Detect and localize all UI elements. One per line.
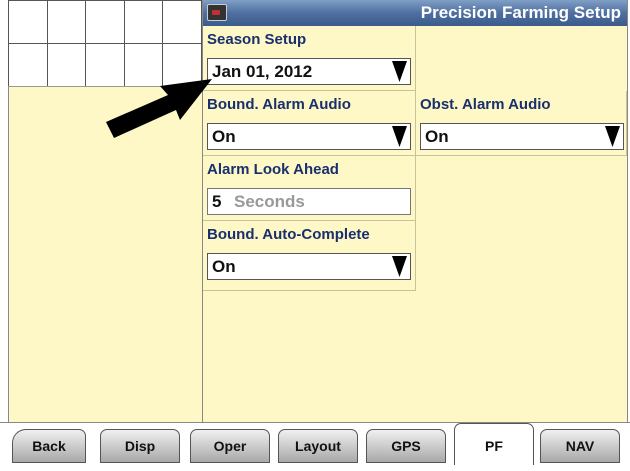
boundary-alarm-audio-group: Bound. Alarm Audio On bbox=[203, 91, 416, 156]
shortcut-slot[interactable] bbox=[85, 0, 125, 44]
alarm-look-ahead-group: Alarm Look Ahead 5 Seconds bbox=[203, 156, 416, 221]
page-title: Precision Farming Setup bbox=[420, 3, 621, 22]
tab-pf[interactable]: PF bbox=[454, 423, 534, 465]
dropdown-arrow-icon bbox=[392, 256, 407, 277]
obstacle-alarm-audio-group: Obst. Alarm Audio On bbox=[416, 91, 627, 156]
tab-layout[interactable]: Layout bbox=[278, 429, 358, 463]
tab-back[interactable]: Back bbox=[12, 429, 86, 463]
boundary-auto-complete-dropdown[interactable]: On bbox=[207, 253, 411, 280]
tab-nav[interactable]: NAV bbox=[540, 429, 620, 463]
shortcut-slot[interactable] bbox=[162, 43, 202, 87]
boundary-auto-complete-group: Bound. Auto-Complete On bbox=[203, 221, 416, 291]
boundary-alarm-audio-dropdown[interactable]: On bbox=[207, 123, 411, 150]
obstacle-alarm-audio-dropdown[interactable]: On bbox=[420, 123, 624, 150]
boundary-auto-complete-label: Bound. Auto-Complete bbox=[207, 226, 370, 243]
alarm-look-ahead-label: Alarm Look Ahead bbox=[207, 161, 339, 178]
shortcut-slot[interactable] bbox=[8, 0, 48, 44]
tab-bar: Back Disp Oper Layout GPS PF NAV bbox=[0, 422, 630, 471]
shortcut-slot[interactable] bbox=[46, 0, 87, 44]
boundary-alarm-audio-label: Bound. Alarm Audio bbox=[207, 96, 351, 113]
tab-gps[interactable]: GPS bbox=[366, 429, 446, 463]
shortcut-slot[interactable] bbox=[123, 0, 164, 44]
obstacle-alarm-audio-label: Obst. Alarm Audio bbox=[420, 96, 551, 113]
terminal-icon bbox=[207, 4, 227, 21]
alarm-look-ahead-unit: Seconds bbox=[234, 192, 305, 211]
boundary-alarm-audio-value: On bbox=[212, 127, 236, 146]
season-setup-value: Jan 01, 2012 bbox=[212, 62, 313, 81]
tab-disp[interactable]: Disp bbox=[100, 429, 180, 463]
shortcut-slot[interactable] bbox=[123, 43, 164, 87]
season-setup-group: Season Setup Jan 01, 2012 bbox=[203, 26, 416, 91]
shortcut-slot[interactable] bbox=[8, 43, 48, 87]
tab-oper[interactable]: Oper bbox=[190, 429, 270, 463]
season-setup-dropdown[interactable]: Jan 01, 2012 bbox=[207, 58, 411, 85]
alarm-look-ahead-field[interactable]: 5 Seconds bbox=[207, 188, 411, 215]
left-panel-rule bbox=[8, 86, 202, 87]
shortcut-slot[interactable] bbox=[46, 43, 87, 87]
shortcut-slot[interactable] bbox=[85, 43, 125, 87]
boundary-auto-complete-value: On bbox=[212, 257, 236, 276]
dropdown-arrow-icon bbox=[392, 126, 407, 147]
dropdown-arrow-icon bbox=[605, 126, 620, 147]
shortcut-slot[interactable] bbox=[162, 0, 202, 44]
dropdown-arrow-icon bbox=[392, 61, 407, 82]
title-bar: Precision Farming Setup bbox=[203, 0, 627, 26]
shortcut-grid bbox=[8, 0, 202, 87]
obstacle-alarm-audio-value: On bbox=[425, 127, 449, 146]
season-setup-label: Season Setup bbox=[207, 31, 307, 48]
alarm-look-ahead-value: 5 bbox=[212, 192, 222, 211]
